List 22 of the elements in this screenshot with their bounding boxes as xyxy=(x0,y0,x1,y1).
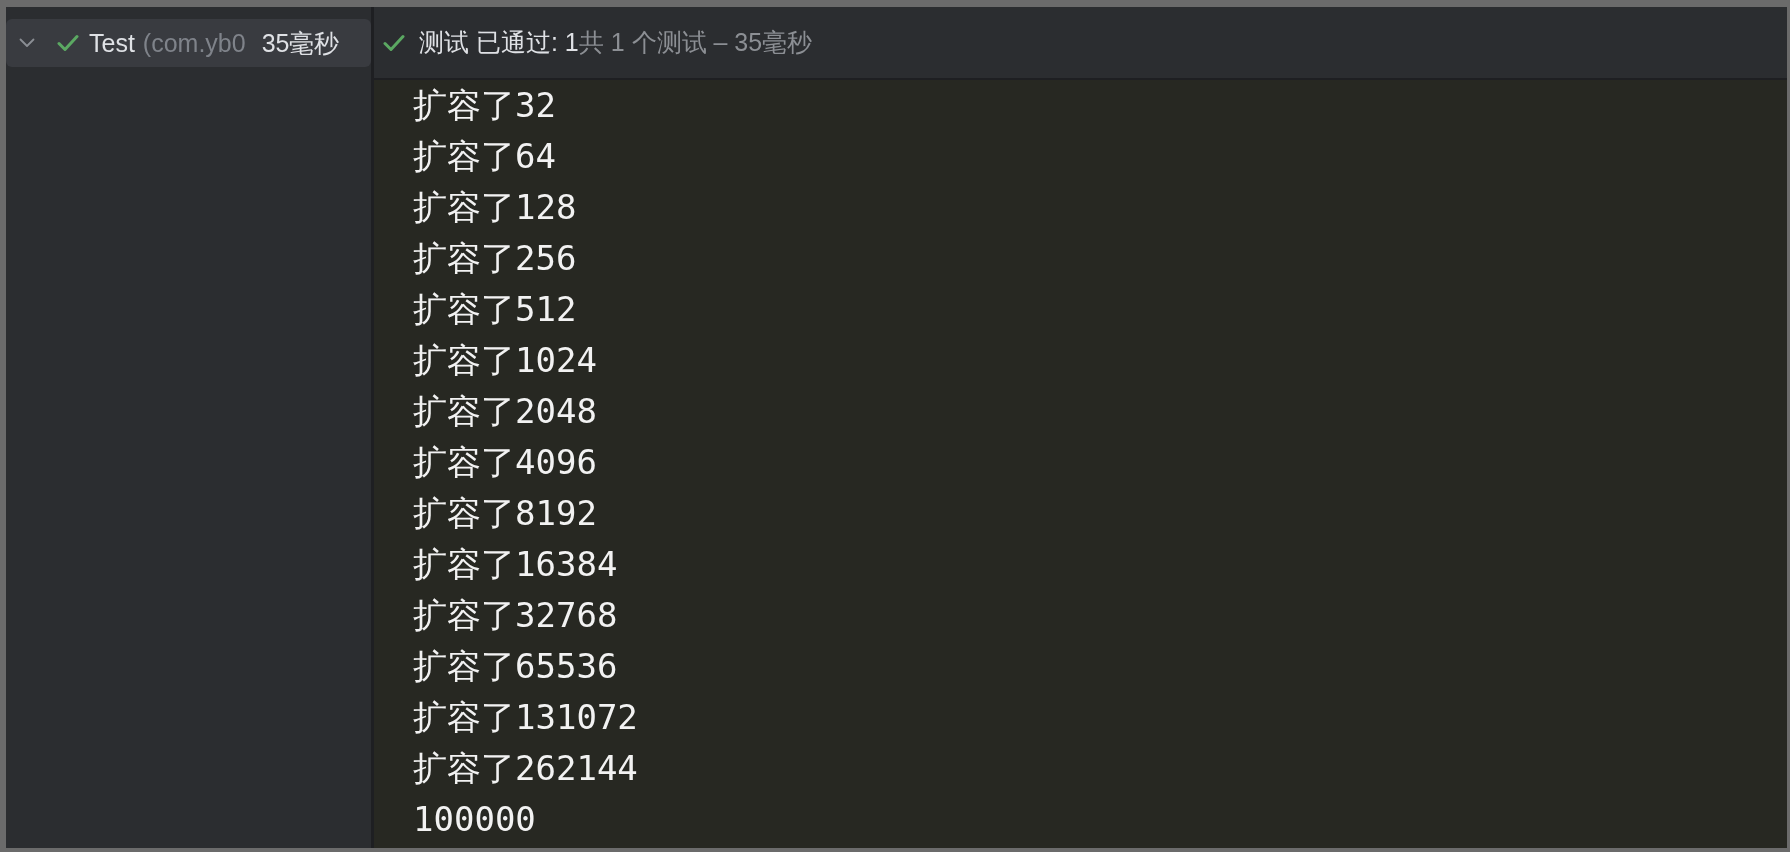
console-output-line: 扩容了32768 xyxy=(413,594,618,637)
test-tree-item[interactable]: Test (com.yb0 35毫秒 xyxy=(6,19,371,67)
console-output-line: 扩容了65536 xyxy=(413,645,618,688)
result-status-text: 测试 已通过: 1 xyxy=(419,27,579,58)
test-name: Test xyxy=(89,28,135,58)
console-output-line: 扩容了32 xyxy=(413,84,556,127)
test-duration: 35毫秒 xyxy=(261,27,340,59)
package-name: (com.yb0 xyxy=(142,28,246,58)
console-output-line: 扩容了512 xyxy=(413,288,577,331)
result-summary-text: 共 1 个测试 – 35毫秒 xyxy=(578,27,813,58)
console-output-line: 100000 xyxy=(413,798,536,841)
console-output-line: 扩容了2048 xyxy=(413,390,597,433)
console-output-line: 扩容了128 xyxy=(413,186,577,229)
console-output-line: 扩容了1024 xyxy=(413,339,597,382)
console-output-line: 扩容了4096 xyxy=(413,441,597,484)
console-output-line: 扩容了64 xyxy=(413,135,556,178)
console-output-line: 扩容了16384 xyxy=(413,543,618,586)
console-output-line: 扩容了262144 xyxy=(413,747,638,790)
console-output-line: 扩容了256 xyxy=(413,237,577,280)
console-output-line: 扩容了131072 xyxy=(413,696,638,739)
console-output-line: 扩容了8192 xyxy=(413,492,597,535)
chevron-down-icon[interactable] xyxy=(19,38,35,48)
